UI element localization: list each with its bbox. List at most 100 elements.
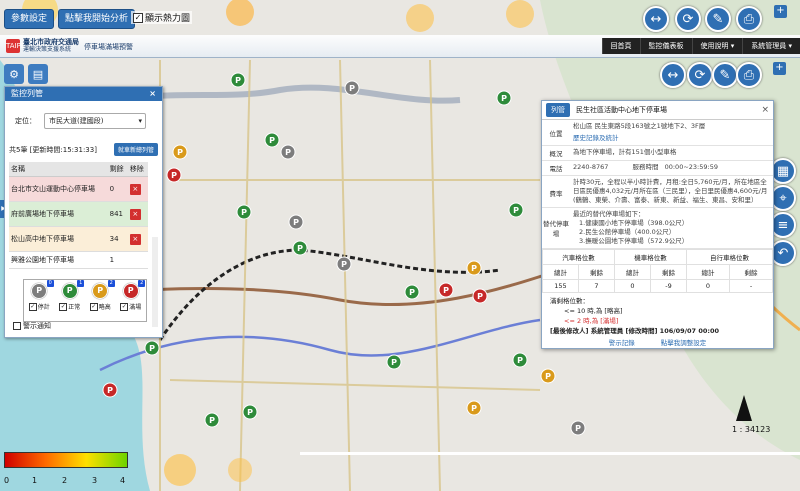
- parking-marker[interactable]: P: [230, 72, 246, 88]
- brush-icon[interactable]: ✎: [705, 6, 731, 32]
- refresh-icon-2[interactable]: ⟳: [687, 62, 713, 88]
- legend-label: 正常: [68, 304, 81, 311]
- parking-marker[interactable]: P: [166, 167, 182, 183]
- table-row[interactable]: 府前廣場地下停車場 841 ×: [9, 201, 148, 227]
- svg-text:P: P: [247, 408, 253, 417]
- panel-header: 監控列管 ×: [5, 87, 162, 101]
- space-sub: 剩餘: [728, 264, 774, 280]
- svg-text:P: P: [443, 286, 449, 295]
- book-icon[interactable]: ▤: [28, 64, 48, 84]
- parking-marker[interactable]: P: [570, 420, 586, 436]
- parking-red-icon: P: [122, 283, 139, 299]
- warning-log-link[interactable]: 警示記錄: [609, 338, 635, 348]
- fee-key: 費率: [549, 190, 563, 198]
- heatmap-checkbox[interactable]: ✓: [133, 12, 143, 23]
- refresh-list-button[interactable]: 就車新總列管: [113, 143, 158, 156]
- table-row[interactable]: 台北市文山運動中心停車場 0 ×: [9, 176, 148, 202]
- svg-text:P: P: [285, 148, 291, 157]
- notify-toggle[interactable]: 警示通知: [13, 321, 51, 331]
- param-settings-button[interactable]: 參數設定: [4, 9, 55, 29]
- legend-checkbox[interactable]: ✓: [120, 302, 129, 311]
- phone-key: 電話: [549, 165, 563, 173]
- remove-icon[interactable]: ×: [129, 183, 141, 195]
- status-legend: P 0 ✓ 停計 P 1 ✓ 正常 P 2 ✓ 略高 P 2 ✓ 滿場: [23, 279, 147, 322]
- table-row[interactable]: 松山高中地下停車場 34 ×: [9, 226, 148, 252]
- expand-arrows-icon[interactable]: ↔: [643, 6, 669, 32]
- parking-marker[interactable]: P: [466, 260, 482, 276]
- top-nav: 回首頁 監控儀表板 使用說明 ▾ 系統管理員 ▾: [601, 38, 800, 54]
- legend-count: 1: [77, 280, 85, 287]
- north-arrow-icon: [736, 395, 752, 421]
- hours-label: 服務時間: [632, 163, 659, 171]
- parking-marker[interactable]: P: [496, 90, 512, 106]
- svg-text:P: P: [341, 260, 347, 269]
- start-analysis-button[interactable]: 點擊我開始分析: [58, 9, 136, 29]
- legend-checkbox[interactable]: ✓: [89, 302, 98, 311]
- refresh-icon[interactable]: ⟳: [675, 6, 701, 32]
- parking-marker[interactable]: P: [280, 144, 296, 160]
- parking-marker[interactable]: P: [172, 144, 188, 160]
- parking-marker[interactable]: P: [242, 404, 258, 420]
- alternative-item[interactable]: 2.民生公館停車場（400.0公尺）: [573, 228, 770, 237]
- zoom-in-icon-2[interactable]: +: [773, 62, 786, 75]
- expand-arrows-icon-2[interactable]: ↔: [660, 62, 686, 88]
- parking-marker[interactable]: P: [404, 284, 420, 300]
- history-link[interactable]: 歷史記錄及統計: [573, 134, 770, 143]
- nav-help[interactable]: 使用說明 ▾: [691, 38, 743, 54]
- parking-marker[interactable]: P: [466, 400, 482, 416]
- parking-marker[interactable]: P: [512, 352, 528, 368]
- parking-marker[interactable]: P: [438, 282, 454, 298]
- print-icon[interactable]: ⎙: [736, 6, 762, 32]
- notify-checkbox[interactable]: [13, 322, 21, 330]
- svg-text:P: P: [513, 206, 519, 215]
- space-value: 7: [578, 279, 615, 293]
- legend-label: 滿場: [129, 304, 142, 311]
- monitor-tab-button[interactable]: 列管: [546, 103, 570, 117]
- row-remain: 841: [107, 201, 128, 227]
- svg-text:P: P: [545, 372, 551, 381]
- brush-icon-2[interactable]: ✎: [712, 62, 738, 88]
- parking-marker[interactable]: P: [292, 240, 308, 256]
- parking-marker[interactable]: P: [508, 202, 524, 218]
- parking-marker[interactable]: P: [386, 354, 402, 370]
- space-sub: 剩餘: [578, 264, 615, 280]
- col-name: 名稱: [9, 162, 108, 177]
- legend-checkbox[interactable]: ✓: [28, 302, 37, 311]
- gear-icon[interactable]: ⚙: [4, 64, 24, 84]
- table-row[interactable]: 興雅公園地下停車場 1: [9, 251, 148, 269]
- parking-marker[interactable]: P: [288, 214, 304, 230]
- parking-marker[interactable]: P: [144, 340, 160, 356]
- parking-marker[interactable]: P: [102, 382, 118, 398]
- print-icon-2[interactable]: ⎙: [736, 62, 762, 88]
- row-remain: 34: [107, 226, 128, 252]
- adjust-settings-link[interactable]: 點擊我調整設定: [661, 338, 707, 348]
- popup-close-icon[interactable]: ×: [761, 105, 769, 115]
- zoom-in-icon[interactable]: +: [774, 5, 787, 18]
- parking-marker[interactable]: P: [336, 256, 352, 272]
- alternative-item[interactable]: 3.撫暖公園地下停車場（572.9公尺）: [573, 237, 770, 246]
- alternative-item[interactable]: 1.健康國小地下停車場（398.0公尺）: [573, 219, 770, 228]
- parking-marker[interactable]: P: [204, 412, 220, 428]
- parking-marker[interactable]: P: [264, 132, 280, 148]
- nav-admin[interactable]: 系統管理員 ▾: [742, 38, 800, 54]
- legend-checkbox[interactable]: ✓: [59, 302, 68, 311]
- space-sub: 總計: [614, 264, 651, 280]
- remove-icon[interactable]: ×: [129, 233, 141, 245]
- svg-text:P: P: [209, 416, 215, 425]
- svg-text:P: P: [293, 218, 299, 227]
- parking-marker[interactable]: P: [472, 288, 488, 304]
- parking-marker[interactable]: P: [540, 368, 556, 384]
- heatmap-toggle[interactable]: ✓ 顯示熱力圖: [131, 11, 193, 24]
- legend-normal: P 1 ✓ 正常: [59, 280, 85, 321]
- list-scrollbar[interactable]: [152, 237, 158, 327]
- system-name: 停車場滿場預警: [84, 43, 133, 51]
- location-select[interactable]: 市民大道(建國段): [44, 113, 146, 129]
- parking-marker[interactable]: P: [236, 204, 252, 220]
- panel-close-icon[interactable]: ×: [149, 87, 156, 101]
- legend-high: P 2 ✓ 略高: [89, 280, 115, 321]
- nav-dashboard[interactable]: 監控儀表板: [639, 38, 692, 54]
- nav-home[interactable]: 回首頁: [601, 38, 640, 54]
- fee-value: 計時30元，全程以半小時計費，月租:全日5,760元/月，所在地區全日區民優惠4…: [573, 178, 768, 204]
- remove-icon[interactable]: ×: [129, 208, 141, 220]
- parking-marker[interactable]: P: [344, 80, 360, 96]
